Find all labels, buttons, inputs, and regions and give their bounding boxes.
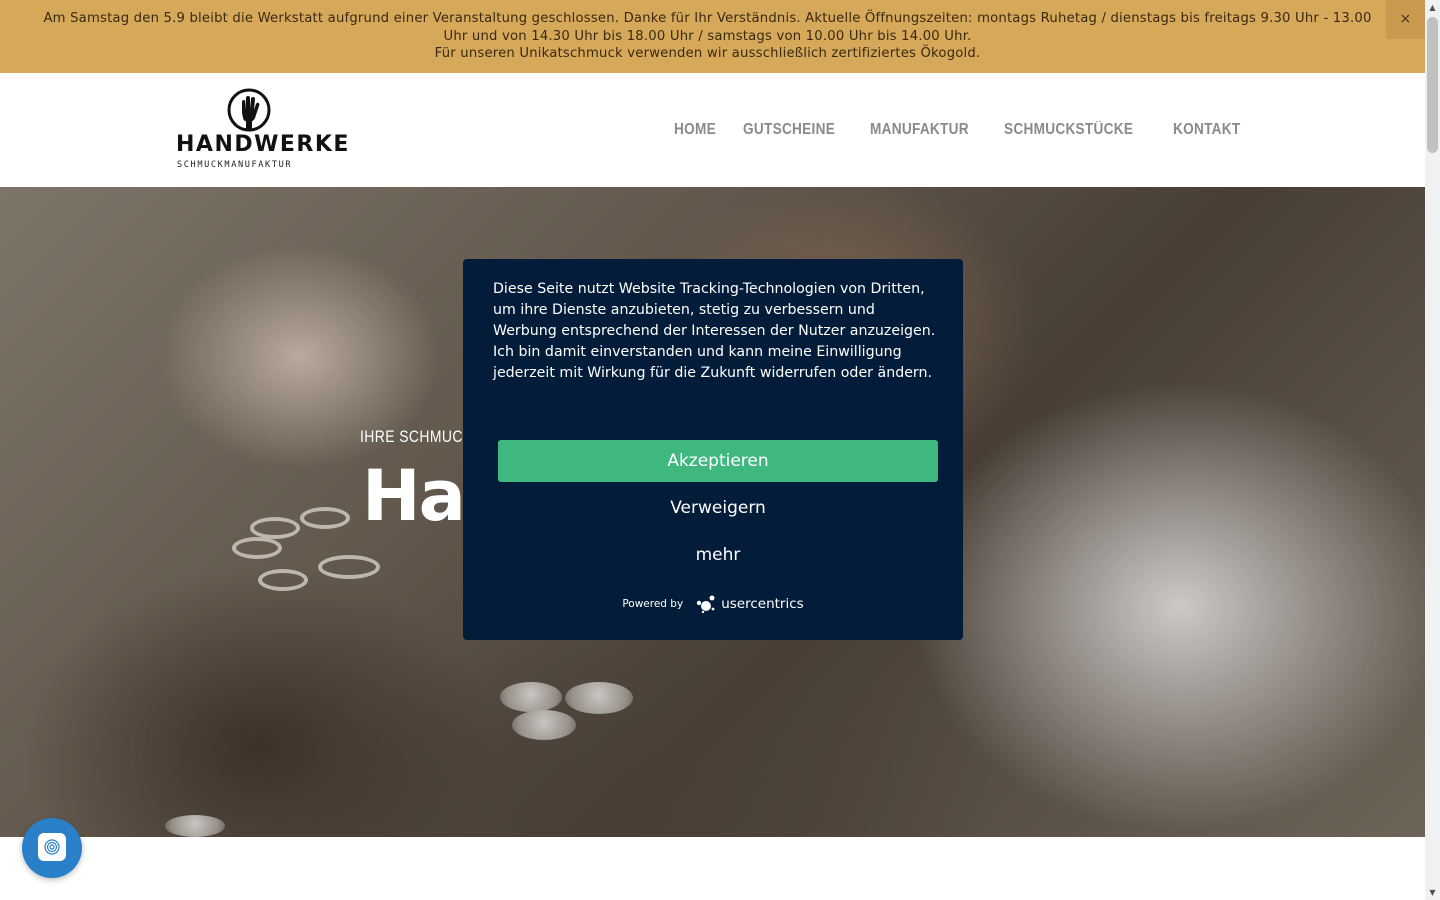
nav-item-kontakt[interactable]: KONTAKT — [1173, 121, 1241, 139]
accept-button[interactable]: Akzeptieren — [498, 440, 938, 482]
consent-text: Diese Seite nutzt Website Tracking-Techn… — [493, 281, 936, 381]
usercentrics-wordmark: usercentrics — [721, 596, 804, 612]
privacy-settings-button[interactable] — [22, 818, 82, 878]
chat-bubble-icon — [38, 833, 66, 861]
fingerprint-icon — [44, 839, 60, 855]
notice-text: Am Samstag den 5.9 bleibt die Werkstatt … — [43, 11, 1372, 44]
disk-decoration — [512, 710, 576, 740]
notice-bar: Am Samstag den 5.9 bleibt die Werkstatt … — [0, 0, 1425, 73]
scrollbar-thumb[interactable] — [1427, 17, 1438, 153]
hero-title: Ha — [362, 455, 466, 537]
powered-by: Powered by usercentrics — [463, 593, 963, 615]
nav-item-schmuckstuecke[interactable]: SCHMUCKSTÜCKE — [1004, 121, 1133, 139]
scroll-up-icon[interactable]: ▲ — [1425, 0, 1440, 15]
usercentrics-logo[interactable]: usercentrics — [695, 593, 804, 615]
scroll-down-icon[interactable]: ▼ — [1425, 885, 1440, 900]
ring-decoration — [232, 537, 282, 559]
disk-decoration — [500, 682, 562, 712]
more-button[interactable]: mehr — [498, 534, 938, 576]
logo-tagline: SCHMUCKMANUFAKTUR — [177, 160, 293, 170]
ring-decoration — [318, 555, 380, 579]
logo[interactable]: HANDWERKE SCHMUCKMANUFAKTUR — [176, 88, 350, 173]
vertical-scrollbar[interactable]: ▲ ▼ — [1425, 0, 1440, 900]
site-header: HANDWERKE SCHMUCKMANUFAKTUR HOME GUTSCHE… — [0, 73, 1425, 187]
nav-item-gutscheine[interactable]: GUTSCHEINE — [743, 121, 835, 139]
disk-decoration — [565, 682, 633, 714]
usercentrics-icon — [696, 595, 715, 614]
page: Am Samstag den 5.9 bleibt die Werkstatt … — [0, 0, 1425, 900]
ring-decoration — [300, 507, 350, 529]
deny-button[interactable]: Verweigern — [498, 487, 938, 529]
close-icon[interactable]: × — [1386, 0, 1425, 39]
logo-wordmark: HANDWERKE — [176, 132, 350, 157]
cookie-consent-dialog: Diese Seite nutzt Website Tracking-Techn… — [463, 259, 963, 640]
nav-item-manufaktur[interactable]: MANUFAKTUR — [870, 121, 969, 139]
hand-icon — [227, 88, 271, 132]
powered-by-label: Powered by — [622, 598, 684, 610]
nav-item-home[interactable]: HOME — [674, 121, 716, 139]
main-nav: HOME GUTSCHEINE MANUFAKTUR SCHMUCKSTÜCKE… — [674, 121, 1250, 139]
ring-decoration — [258, 569, 308, 591]
disk-decoration — [165, 815, 225, 837]
notice-text-secondary: Für unseren Unikatschmuck verwenden wir … — [434, 46, 981, 61]
ring-decoration — [250, 517, 300, 539]
